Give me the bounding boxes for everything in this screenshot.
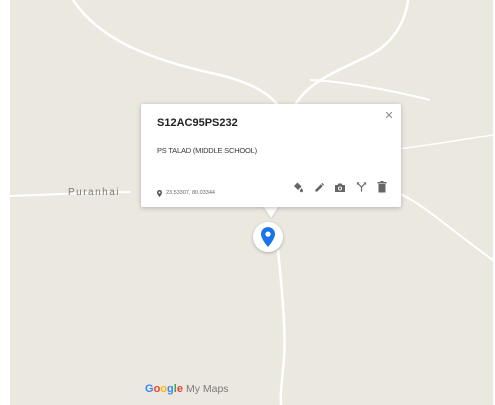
google-logo-letter: e [176,383,183,395]
camera-icon[interactable] [333,180,347,194]
map-canvas[interactable]: Puranhai S12AC95PS232 ✕ PS TALAD (MIDDLE… [10,0,493,405]
popup-pointer [263,206,279,218]
place-label: Puranhai [68,187,121,198]
coordinates-text: 23.53307, 80.03344 [166,190,215,196]
google-logo-letter: g [167,383,174,395]
directions-icon[interactable] [354,180,368,194]
delete-icon[interactable] [375,180,389,194]
location-pin-small-icon [157,184,162,202]
coordinates-row: 23.53307, 80.03344 [157,184,215,202]
location-pin-icon[interactable] [253,222,283,252]
style-icon[interactable] [291,180,305,194]
edit-icon[interactable] [312,180,326,194]
google-logo-letter: G [145,383,154,395]
feature-toolbar [291,180,396,194]
feature-description: PS TALAD (MIDDLE SCHOOL) [157,146,257,155]
feature-info-popup: S12AC95PS232 ✕ PS TALAD (MIDDLE SCHOOL) … [141,104,401,207]
google-logo: Google [145,383,183,395]
product-name: My Maps [185,383,229,395]
feature-title: S12AC95PS232 [157,117,238,129]
close-icon[interactable]: ✕ [383,110,395,122]
map-attribution: Google My Maps [145,383,229,395]
